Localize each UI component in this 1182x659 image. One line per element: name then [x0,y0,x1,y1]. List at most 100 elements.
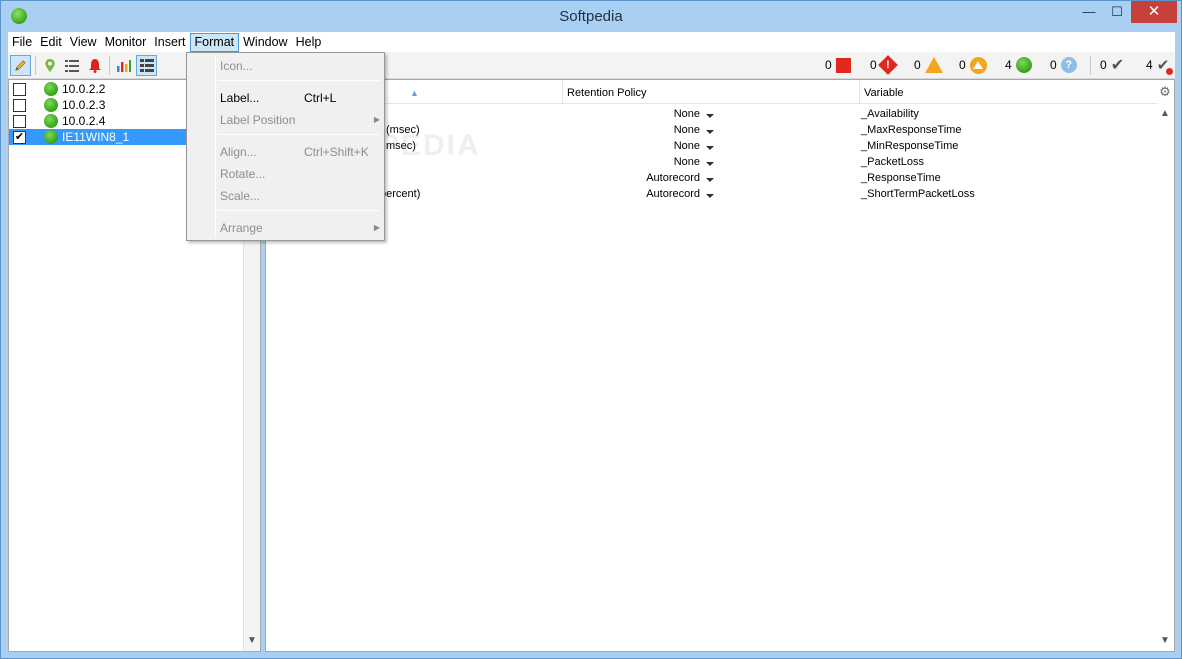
menu-format[interactable]: Format [189,32,240,52]
status-count: 0 [870,58,877,72]
menu-item-label-position[interactable]: Label Position ▶ [189,109,382,131]
red-diamond-icon: ! [877,55,898,75]
row-variable: _PacketLoss [861,156,924,168]
scroll-down-icon[interactable]: ▼ [244,633,260,649]
toolbar-separator [1090,56,1091,75]
green-dot-icon [1015,57,1032,73]
chart-button[interactable] [113,55,134,76]
retention-policy-select[interactable]: Autorecord [646,188,714,200]
toolbar-separator [35,56,36,75]
host-name: 10.0.2.2 [62,82,106,96]
menu-item-text: Scale... [220,189,261,203]
details-view-button[interactable] [136,55,157,76]
check-alert-icon: ✔ [1157,56,1174,75]
retention-policy-select[interactable]: None [674,108,714,120]
retention-policy-select[interactable]: None [674,140,714,152]
host-checkbox[interactable] [13,82,26,96]
grid-scrollbar[interactable]: ▲ ▼ [1157,104,1174,651]
status-count: 0 [1100,58,1107,72]
status-warning[interactable]: 0 [914,56,943,74]
menu-item-scale[interactable]: Scale... [189,185,382,207]
map-pin-icon [44,58,55,73]
row-variable: _ResponseTime [861,172,941,184]
menu-item-icon[interactable]: Icon... [189,55,382,77]
bell-icon [88,59,101,73]
menu-edit[interactable]: Edit [36,33,66,52]
orange-triangle-icon [924,57,943,73]
retention-policy-value: Autorecord [646,172,700,184]
gear-icon[interactable]: ⚙ [1158,85,1172,99]
dropdown-arrow-icon [706,161,714,166]
maximize-button[interactable]: ☐ [1103,1,1131,23]
host-checkbox[interactable] [13,114,26,128]
menu-item-label: Icon... [220,59,253,73]
dropdown-arrow-icon [706,177,714,182]
host-name: IE11WIN8_1 [62,130,130,144]
dropdown-arrow-icon [706,193,714,198]
retention-policy-select[interactable]: None [674,156,714,168]
edit-tool-button[interactable] [10,55,31,76]
status-unacknowledged[interactable]: 4 ✔ [1146,56,1174,75]
menu-view[interactable]: View [66,33,101,52]
menu-help[interactable]: Help [292,33,326,52]
green-status-icon [44,82,58,96]
retention-policy-select[interactable]: None [674,124,714,136]
window-title: Softpedia [559,8,623,25]
menu-item-arrange[interactable]: Arrange ▶ [189,217,382,239]
dropdown-arrow-icon [706,113,714,118]
host-checkbox[interactable] [13,98,26,112]
status-minor[interactable]: 0 [959,56,987,74]
menu-separator [218,80,380,81]
menu-monitor[interactable]: Monitor [101,33,151,52]
map-pin-button[interactable] [39,55,60,76]
status-critical[interactable]: 0 [825,56,851,74]
column-header-retention-policy[interactable]: Retention Policy [563,80,860,104]
table-row[interactable]: None _Availability [266,106,1157,122]
sort-ascending-icon: ▲ [410,88,419,98]
bar-chart-icon [117,60,131,72]
menu-item-text: Rotate... [220,167,266,181]
dropdown-arrow-icon [706,129,714,134]
app-window: Softpedia — ☐ ✕ File Edit View Monitor I… [0,0,1182,659]
green-status-icon [44,130,58,144]
menu-item-shortcut: Ctrl+Shift+K [304,145,369,159]
menu-item-shortcut: Ctrl+L [304,91,337,105]
table-row[interactable]: Autorecord _ResponseTime [266,170,1157,186]
menu-item-text: Label... [220,91,260,105]
orange-circle-triangle-icon [969,56,987,74]
toolbar: 0 0 ! 0 0 4 0 ? 0 ✔ 4 ✔ [8,52,1175,79]
table-row[interactable]: percent) Autorecord _ShortTermPacketLoss [266,186,1157,202]
minimize-button[interactable]: — [1075,1,1103,23]
column-header-variable[interactable]: Variable [860,80,1157,104]
green-status-icon [44,98,58,112]
status-ok[interactable]: 4 [1005,56,1032,74]
menu-insert[interactable]: Insert [150,33,189,52]
status-acknowledged[interactable]: 0 ✔ [1100,56,1124,74]
menu-window[interactable]: Window [239,33,291,52]
host-name: 10.0.2.4 [62,114,106,128]
host-checkbox-checked[interactable]: ✔ [13,130,26,144]
scroll-down-icon[interactable]: ▼ [1157,633,1173,649]
status-unknown[interactable]: 0 ? [1050,56,1077,74]
menu-item-text: Align... [220,145,257,159]
menu-separator [218,134,380,135]
retention-policy-select[interactable]: Autorecord [646,172,714,184]
menu-item-label[interactable]: Label... Ctrl+L [189,87,382,109]
title-bar[interactable]: Softpedia — ☐ ✕ [1,1,1181,31]
toolbar-separator [109,56,110,75]
row-variable: _MaxResponseTime [861,124,962,136]
row-variable: _Availability [861,108,919,120]
grid-list-icon [139,59,154,72]
scroll-up-icon[interactable]: ▲ [1157,106,1173,122]
menu-item-text: Label Position [220,113,296,127]
menu-item-rotate[interactable]: Rotate... [189,163,382,185]
menu-separator [218,210,380,211]
menu-file[interactable]: File [8,33,36,52]
list-button[interactable] [61,55,82,76]
alerts-button[interactable] [84,55,105,76]
close-button[interactable]: ✕ [1131,1,1177,23]
question-icon: ? [1060,57,1077,73]
status-count: 0 [959,58,966,72]
status-error[interactable]: 0 ! [870,55,898,75]
menu-item-align[interactable]: Align... Ctrl+Shift+K [189,141,382,163]
